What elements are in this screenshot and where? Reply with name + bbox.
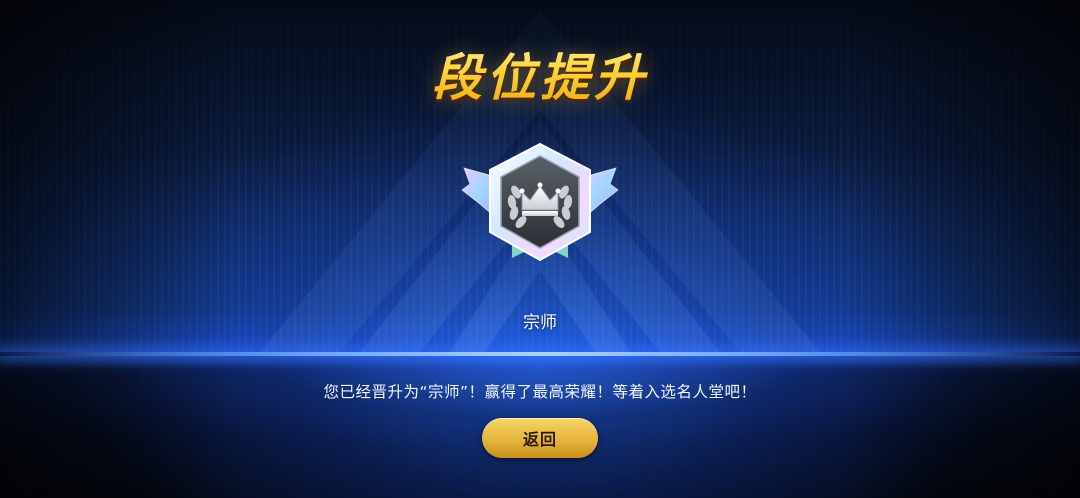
- back-button-label: 返回: [522, 430, 557, 449]
- crown-laurel-hexagon-badge: [461, 142, 619, 262]
- rank-up-screen: 段位提升 宗师 您已经晋升为“宗师”！赢得了最高荣耀！等着入选名人堂吧！ 返回: [0, 0, 1080, 498]
- stage-horizon-line: [0, 352, 1080, 356]
- page-title: 段位提升: [0, 38, 1080, 110]
- rank-name: 宗师: [523, 313, 557, 333]
- back-button[interactable]: 返回: [482, 418, 598, 458]
- promotion-message: 您已经晋升为“宗师”！赢得了最高荣耀！等着入选名人堂吧！: [323, 383, 757, 401]
